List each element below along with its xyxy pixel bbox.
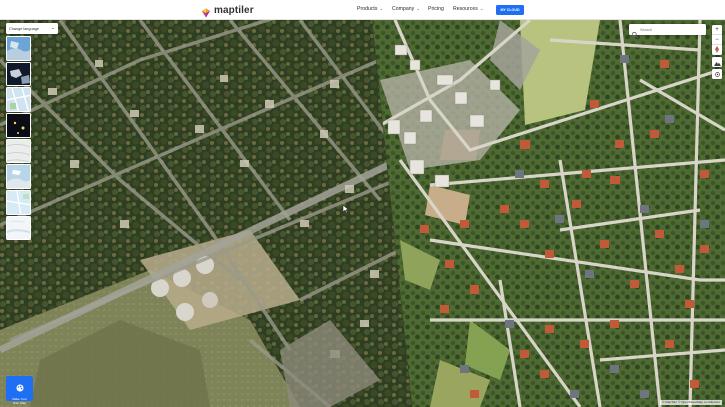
style-thumb-basic[interactable] xyxy=(6,190,31,215)
my-cloud-button[interactable]: MY CLOUD xyxy=(496,5,524,15)
map-canvas[interactable] xyxy=(0,20,725,407)
zoom-out-button[interactable]: − xyxy=(712,35,722,45)
chevron-down-icon: ⌄ xyxy=(379,6,384,11)
make-map-label: Make Your Own Map xyxy=(12,397,27,405)
top-navigation-bar: maptiler Products ⌄ Company ⌄ Pricing Re… xyxy=(0,0,725,20)
logo-text: maptiler xyxy=(214,4,254,16)
style-thumb-streets[interactable] xyxy=(6,87,31,112)
palette-icon xyxy=(16,379,24,397)
chevron-down-icon: ⌄ xyxy=(416,6,420,11)
satellite-imagery xyxy=(0,20,725,407)
mouse-cursor-icon xyxy=(343,205,349,213)
nav-resources[interactable]: Resources ⌄ xyxy=(453,6,484,12)
zoom-in-button[interactable]: + xyxy=(712,25,722,35)
maptiler-logo[interactable]: maptiler xyxy=(201,4,254,18)
map-style-switcher xyxy=(6,36,32,242)
search-icon xyxy=(631,26,639,38)
chevron-down-icon: ⌄ xyxy=(479,6,484,11)
nav-label: Resources xyxy=(453,6,478,12)
style-thumb-topo-light[interactable] xyxy=(6,138,31,164)
nav-label: Pricing xyxy=(428,6,444,12)
map-attribution[interactable]: © MapTiler © OpenStreetMap contributors xyxy=(660,399,722,405)
search-input[interactable] xyxy=(640,27,700,32)
chevron-down-icon: ⌄ xyxy=(50,25,55,31)
nav-company[interactable]: Company ⌄ xyxy=(392,6,420,12)
style-thumb-dark-globe[interactable] xyxy=(6,61,31,87)
maptiler-logo-icon xyxy=(201,5,211,18)
make-your-own-map-button[interactable]: Make Your Own Map xyxy=(6,376,33,404)
style-thumb-outdoor[interactable] xyxy=(6,164,31,189)
language-label: Change language xyxy=(9,26,39,31)
nav-products[interactable]: Products ⌄ xyxy=(357,6,383,12)
style-thumb-winter[interactable] xyxy=(6,215,31,241)
nav-pricing[interactable]: Pricing xyxy=(428,6,444,12)
style-thumb-night-imagery[interactable] xyxy=(6,113,31,138)
geolocate-icon xyxy=(714,65,721,83)
map-search-box[interactable] xyxy=(629,24,706,38)
style-thumb-satellite-hybrid[interactable] xyxy=(6,36,31,61)
geolocate-button[interactable] xyxy=(712,69,722,79)
nav-label: Products xyxy=(357,6,378,12)
nav-label: Company xyxy=(392,6,415,12)
change-language-dropdown[interactable]: Change language ⌄ xyxy=(6,23,58,34)
zoom-controls: + − xyxy=(712,25,722,55)
